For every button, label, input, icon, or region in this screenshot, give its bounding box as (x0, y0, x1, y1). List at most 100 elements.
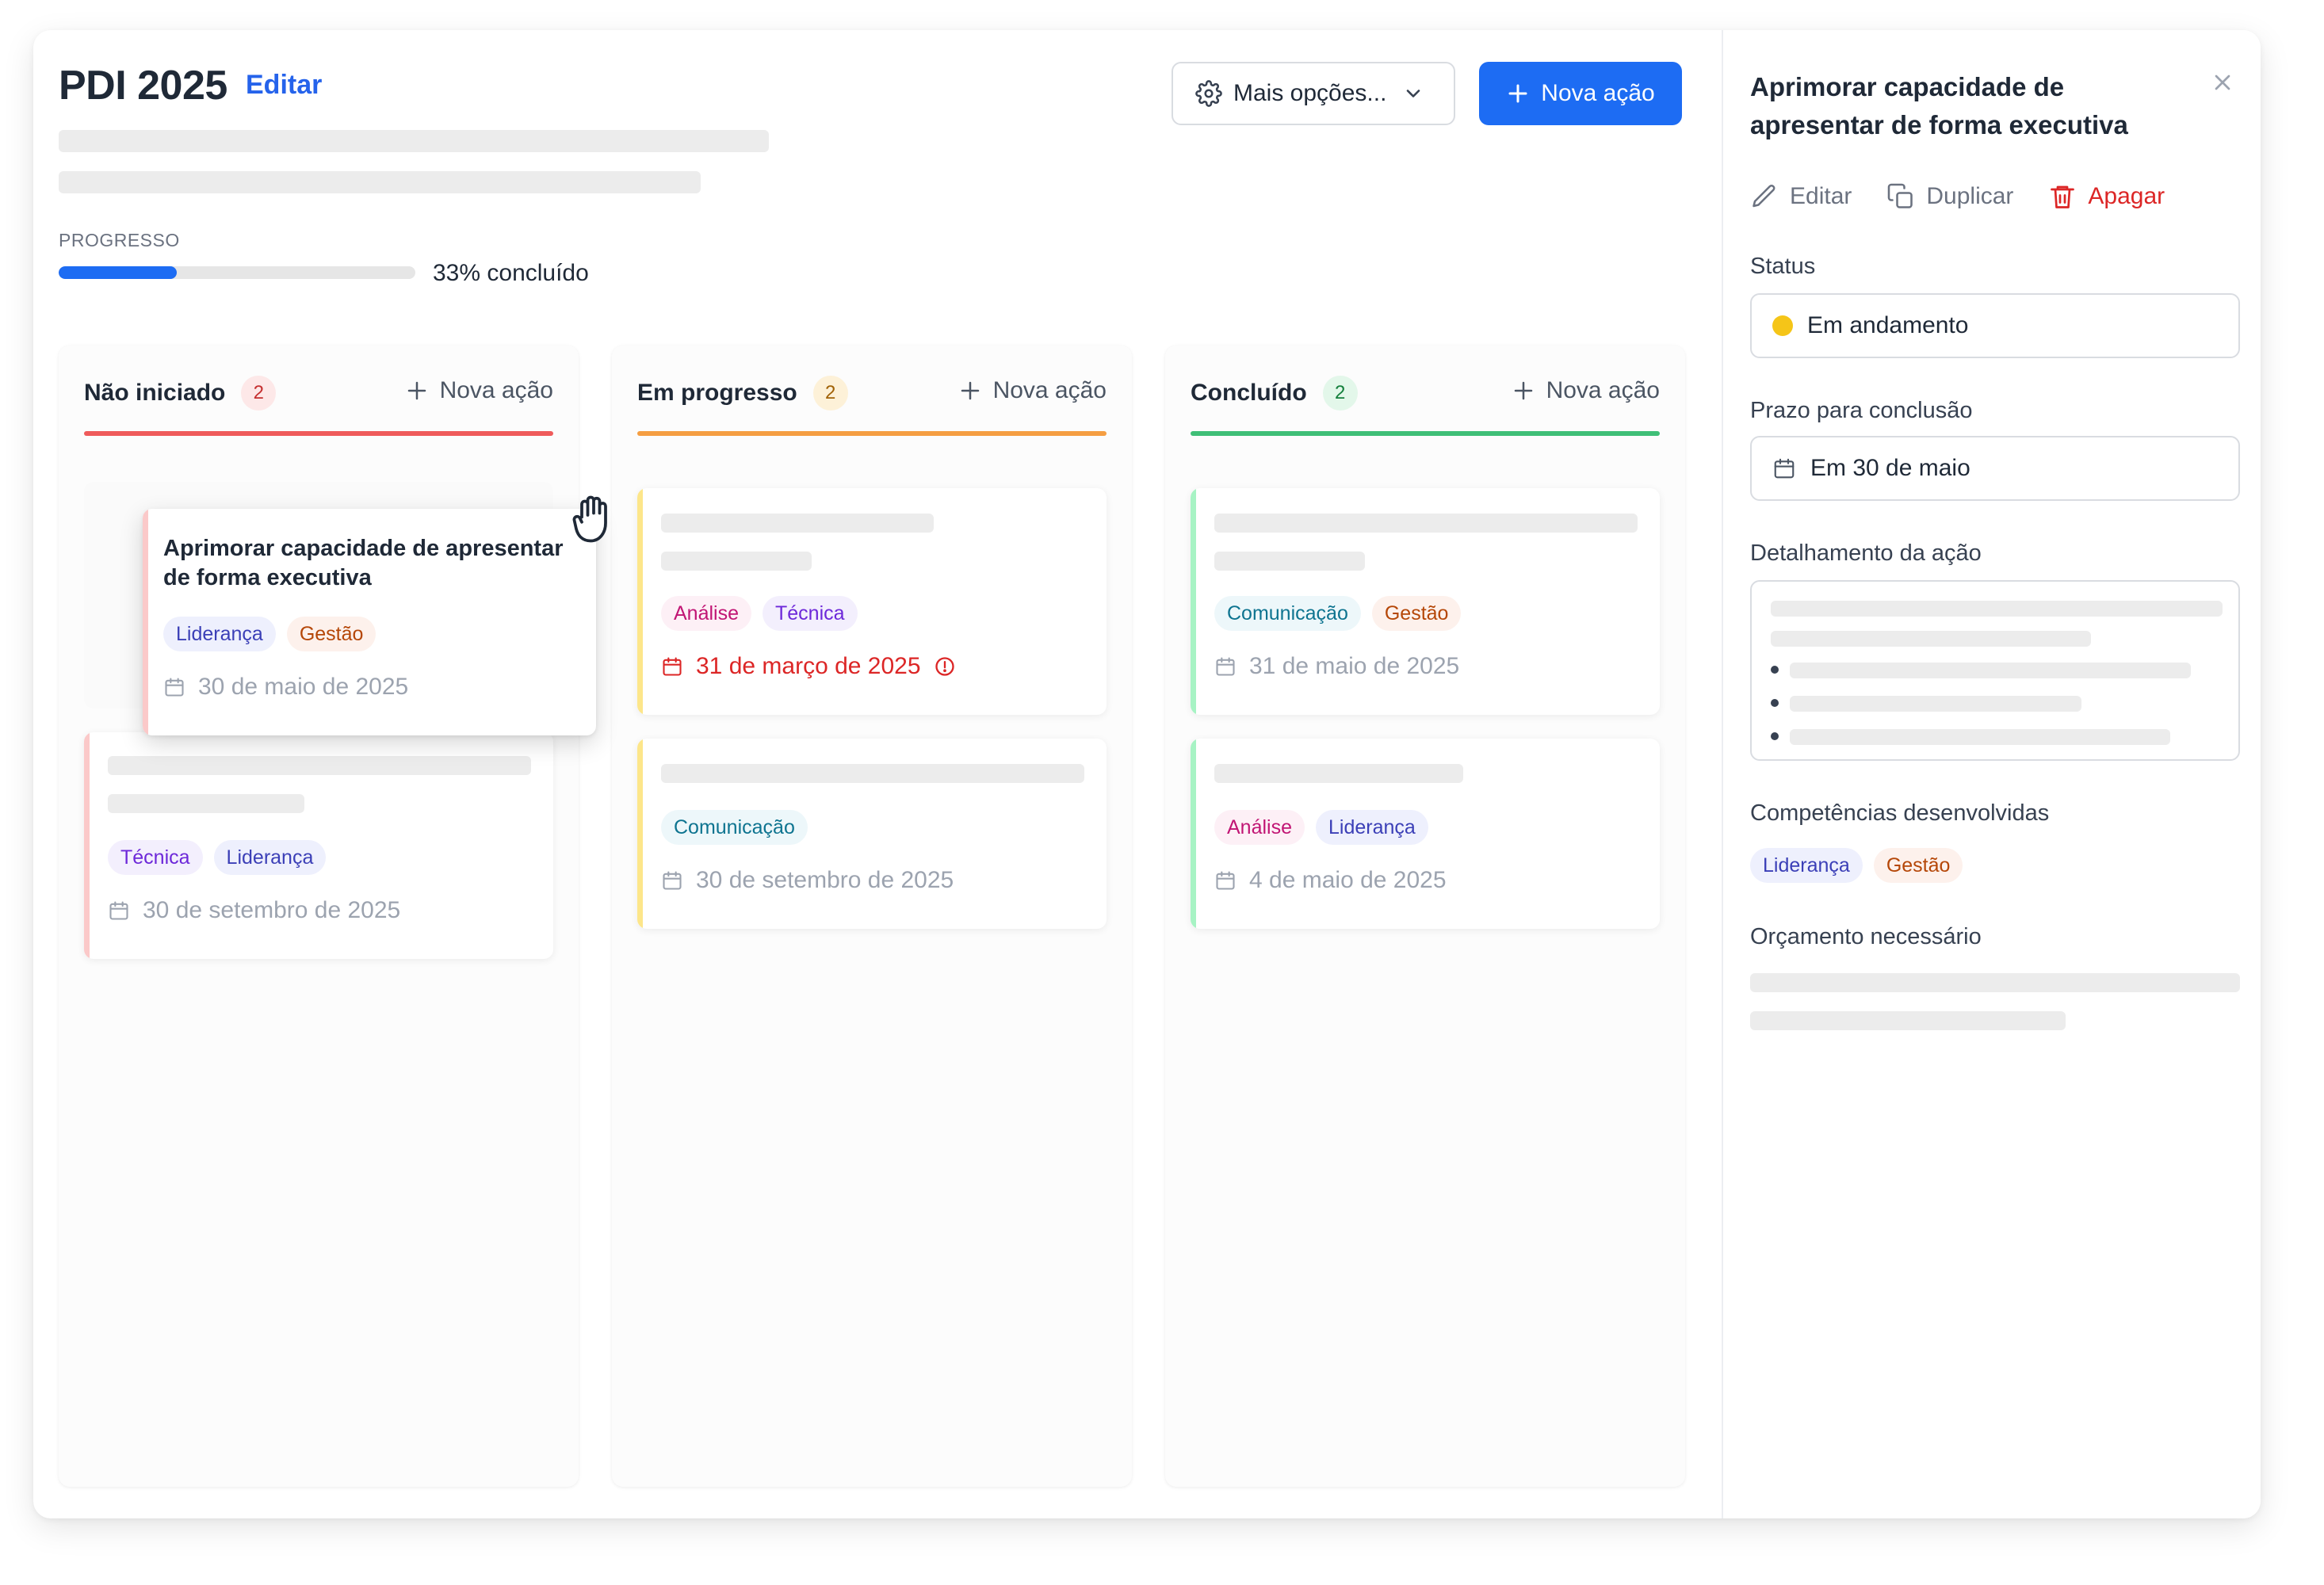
card-title-placeholder (108, 794, 304, 813)
card-status-stripe (1191, 488, 1196, 715)
calendar-icon (663, 871, 682, 890)
delete-action-button[interactable]: Apagar (2048, 182, 2165, 211)
trash-icon (2051, 185, 2075, 208)
card-due-date: 30 de setembro de 2025 (108, 897, 400, 924)
calendar-icon (663, 657, 682, 676)
gear-icon (1195, 80, 1222, 107)
status-label: Status (1750, 254, 1816, 279)
deadline-date-field[interactable]: Em 30 de maio (1750, 436, 2240, 501)
tag: Gestão (1873, 848, 1963, 883)
card-status-stripe (143, 509, 148, 735)
card-status-stripe (1191, 739, 1196, 929)
tag: Análise (661, 596, 751, 631)
calendar-icon (165, 678, 184, 697)
card-due-date: 30 de maio de 2025 (163, 674, 408, 701)
card-date-text: 31 de março de 2025 (696, 653, 921, 679)
tag: Gestão (1371, 596, 1462, 631)
new-action-button[interactable]: Nova ação (1479, 62, 1682, 125)
more-options-label: Mais opções... (1233, 80, 1387, 106)
delete-action-label: Apagar (2088, 183, 2165, 209)
copy-icon (1888, 183, 1913, 208)
edit-action-label: Editar (1790, 183, 1852, 209)
calendar-icon (1774, 458, 1795, 479)
plus-icon (407, 381, 426, 400)
list-bullet (1771, 699, 1779, 707)
tag: Técnica (108, 840, 203, 875)
edit-plan-link[interactable]: Editar (246, 70, 322, 101)
plus-icon (1508, 84, 1527, 103)
card-date-text: 30 de setembro de 2025 (143, 897, 401, 923)
tag: Técnica (763, 596, 858, 631)
edit-action-button[interactable]: Editar (1750, 182, 1852, 211)
action-card[interactable]: Análise Liderança 4 de maio de 2025 (1191, 739, 1660, 929)
progress-bar (59, 266, 415, 279)
overdue-alert-icon (935, 657, 954, 676)
progress-text: 33% concluído (433, 260, 589, 286)
card-due-date: 31 de maio de 2025 (1214, 653, 1459, 680)
progress-label: PROGRESSO (59, 230, 180, 250)
action-card[interactable]: Comunicação 30 de setembro de 2025 (637, 739, 1107, 929)
column-title: Concluído (1191, 380, 1307, 406)
page-title: PDI 2025 (59, 63, 227, 109)
column-add-action-button[interactable]: Nova ação (1512, 377, 1660, 404)
panel-actions: Editar Duplicar Apagar (1750, 182, 2165, 211)
column-accent-line (1191, 431, 1660, 436)
card-tags: Comunicação Gestão (1214, 596, 1462, 631)
card-tags: Comunicação (661, 810, 808, 845)
card-tags: Técnica Liderança (108, 840, 327, 875)
tag: Liderança (213, 840, 327, 875)
tag: Liderança (163, 617, 276, 651)
card-date-text: 31 de maio de 2025 (1249, 653, 1460, 679)
column-title: Em progresso (637, 380, 797, 406)
card-status-stripe (637, 739, 643, 929)
panel-title: Aprimorar capacidade de apresentar de fo… (1750, 72, 2128, 139)
duplicate-action-button[interactable]: Duplicar (1886, 182, 2013, 211)
tag: Liderança (1750, 848, 1863, 883)
status-indicator-dot (1772, 315, 1793, 336)
calendar-icon (109, 901, 128, 920)
column-accent-line (637, 431, 1107, 436)
detail-text-area[interactable] (1750, 580, 2240, 761)
card-title-placeholder (661, 514, 934, 533)
budget-label: Orçamento necessário (1750, 924, 1982, 949)
board-area: PDI 2025 Editar Mais opções... Nova ação… (33, 30, 1722, 1518)
dragging-action-card[interactable]: Aprimorar capacidade de apresentar de fo… (143, 509, 596, 735)
budget-placeholder (1750, 1011, 2066, 1030)
column-count-badge: 2 (241, 376, 277, 411)
status-select[interactable]: Em andamento (1750, 293, 2240, 358)
card-title-placeholder (108, 756, 531, 775)
list-bullet (1771, 732, 1779, 740)
plus-icon (961, 381, 979, 400)
close-icon[interactable] (2210, 70, 2235, 95)
description-placeholder (59, 130, 769, 152)
card-due-date: 31 de março de 2025 (661, 653, 956, 680)
deadline-value: Em 30 de maio (1810, 455, 1970, 481)
card-date-text: 30 de maio de 2025 (198, 674, 409, 700)
app-window: PDI 2025 Editar Mais opções... Nova ação… (33, 30, 2261, 1518)
grab-cursor-icon (572, 495, 607, 543)
card-tags: Liderança Gestão (163, 617, 377, 651)
detail-placeholder (1790, 663, 2191, 678)
card-title: Aprimorar capacidade de apresentar de fo… (163, 536, 564, 590)
card-tags: Análise Técnica (661, 596, 858, 631)
status-value: Em andamento (1807, 312, 1969, 338)
card-due-date: 4 de maio de 2025 (1214, 867, 1447, 894)
card-tags: Análise Liderança (1214, 810, 1428, 845)
column-header: Concluído 2 (1191, 376, 1358, 411)
duplicate-action-label: Duplicar (1926, 183, 2014, 209)
card-title-placeholder (661, 764, 1084, 783)
list-bullet (1771, 666, 1779, 674)
action-card[interactable]: Análise Técnica 31 de março de 2025 (637, 488, 1107, 715)
tag: Comunicação (1214, 596, 1361, 631)
action-card[interactable]: Comunicação Gestão 31 de maio de 2025 (1191, 488, 1660, 715)
column-add-action-button[interactable]: Nova ação (958, 377, 1107, 404)
card-title-placeholder (1214, 552, 1365, 571)
budget-placeholder (1750, 973, 2240, 992)
new-action-label: Nova ação (1541, 80, 1655, 106)
detail-placeholder (1771, 601, 2223, 617)
tag: Análise (1214, 810, 1305, 845)
action-card[interactable]: Técnica Liderança 30 de setembro de 2025 (84, 732, 553, 959)
card-status-stripe (637, 488, 643, 715)
more-options-button[interactable]: Mais opções... (1172, 62, 1455, 125)
column-add-action-button[interactable]: Nova ação (405, 377, 553, 404)
